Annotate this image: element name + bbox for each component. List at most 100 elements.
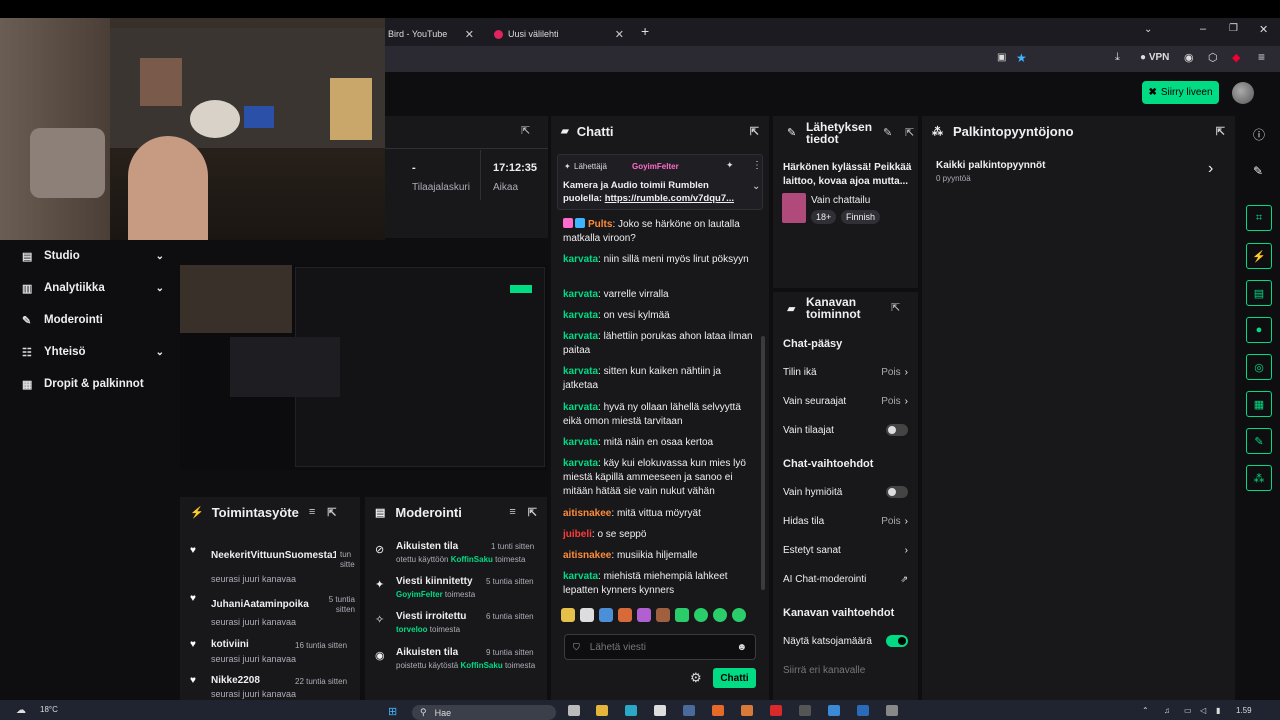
new-tab-button[interactable]: + bbox=[641, 23, 649, 39]
tag-pill[interactable]: 18+ bbox=[811, 210, 837, 224]
chat-username[interactable]: karvata bbox=[563, 402, 598, 413]
emote-icon[interactable] bbox=[732, 608, 746, 622]
stream-preview[interactable] bbox=[180, 265, 548, 470]
maximize-icon[interactable]: ❐ bbox=[1229, 23, 1238, 34]
chat-username[interactable]: juibeli bbox=[563, 529, 592, 540]
emotes-only-toggle[interactable] bbox=[886, 486, 908, 498]
volume-icon[interactable]: ◁ bbox=[1200, 706, 1206, 715]
chat-username[interactable]: aitisnakee bbox=[563, 508, 611, 519]
account-icon[interactable]: ◉ bbox=[1184, 51, 1194, 64]
chat-username[interactable]: karvata bbox=[563, 254, 598, 265]
detail-user[interactable]: KoffinSaku bbox=[460, 661, 502, 670]
mic-icon[interactable]: ♫ bbox=[1164, 706, 1170, 715]
popout-icon[interactable]: ⇱ bbox=[905, 126, 914, 139]
chevron-down-icon[interactable]: ⌄ bbox=[752, 181, 760, 192]
browser-tab-new[interactable]: Uusi välilehti ✕ bbox=[486, 22, 632, 46]
emote-icon[interactable] bbox=[599, 608, 613, 622]
pinned-message[interactable]: ✦ Lähettäjä GoyimFelter ✦ ⋮ Kamera ja Au… bbox=[557, 154, 763, 210]
opera-icon[interactable] bbox=[770, 705, 782, 716]
chat-username[interactable]: karvata bbox=[563, 571, 598, 582]
battery-icon[interactable]: ▮ bbox=[1216, 706, 1220, 715]
emote-icon[interactable] bbox=[637, 608, 651, 622]
tab-list-icon[interactable]: ⌄ bbox=[1144, 24, 1152, 35]
emote-icon[interactable] bbox=[656, 608, 670, 622]
lightning-icon[interactable]: ⚡ bbox=[1246, 243, 1272, 269]
download-icon[interactable]: ⤓ bbox=[1115, 51, 1120, 64]
steam-icon[interactable] bbox=[683, 705, 695, 716]
user-avatar[interactable] bbox=[1232, 82, 1254, 104]
sidebar-item-studio[interactable]: ▤ Studio ⌄ bbox=[22, 244, 164, 268]
reader-icon[interactable]: ▣ bbox=[997, 52, 1006, 63]
windows-start-icon[interactable]: ⊞ bbox=[388, 705, 397, 718]
detail-user[interactable]: GoyimFelter bbox=[396, 590, 443, 599]
layout-icon[interactable]: ▦ bbox=[1246, 391, 1272, 417]
edit-icon[interactable]: ✎ bbox=[883, 126, 892, 139]
sidebar-item-drops[interactable]: ▦ Dropit & palkinnot bbox=[22, 372, 164, 396]
emote-icon[interactable] bbox=[675, 608, 689, 622]
popout-icon[interactable]: ⇱ bbox=[891, 301, 900, 314]
chat-username[interactable]: karvata bbox=[563, 289, 598, 300]
store-icon[interactable] bbox=[654, 705, 666, 716]
edit-icon[interactable]: ✎ bbox=[1253, 164, 1263, 178]
extension-icon[interactable]: ◆ bbox=[1232, 51, 1240, 64]
emote-icon[interactable] bbox=[580, 608, 594, 622]
more-options-icon[interactable]: ⋮ bbox=[752, 160, 762, 171]
chat-username[interactable]: karvata bbox=[563, 331, 598, 342]
popout-icon[interactable]: ⇱ bbox=[750, 125, 759, 138]
detail-user[interactable]: KoffinSaku bbox=[451, 555, 493, 564]
settings-gear-icon[interactable]: ⚙ bbox=[690, 670, 702, 686]
close-window-icon[interactable]: ✕ bbox=[1259, 23, 1268, 36]
extensions-icon[interactable]: ⬡ bbox=[1208, 51, 1218, 64]
file-explorer-icon[interactable] bbox=[596, 705, 608, 716]
slow-mode-row[interactable]: Hidas tila Pois › bbox=[783, 512, 908, 530]
taskview-icon[interactable] bbox=[568, 705, 580, 716]
followers-only-row[interactable]: Vain seuraajat Pois › bbox=[783, 392, 908, 410]
clock-time[interactable]: 1.59 bbox=[1236, 706, 1252, 715]
tray-chevron-icon[interactable]: ⌃ bbox=[1142, 706, 1149, 715]
vpn-button[interactable]: ● VPN bbox=[1140, 52, 1169, 63]
unpin-icon[interactable]: ✦ bbox=[726, 160, 734, 171]
broadcast-icon[interactable]: ◎ bbox=[1246, 354, 1272, 380]
menu-icon[interactable]: ≡ bbox=[1258, 50, 1265, 64]
subscribers-only-toggle[interactable] bbox=[886, 424, 908, 436]
emote-icon[interactable] bbox=[561, 608, 575, 622]
emoji-icon[interactable]: ☻ bbox=[736, 642, 747, 653]
go-live-button[interactable]: ✖ Siirry liveen bbox=[1142, 81, 1219, 104]
subscribers-only-row[interactable]: Vain tilaajat bbox=[783, 421, 908, 439]
chat-username[interactable]: karvata bbox=[563, 310, 598, 321]
filter-icon[interactable]: ≡ bbox=[509, 506, 515, 518]
sidebar-item-community[interactable]: ☷ Yhteisö ⌄ bbox=[22, 340, 164, 364]
wrench-icon[interactable]: ✎ bbox=[1246, 428, 1272, 454]
close-icon[interactable]: ✕ bbox=[465, 28, 474, 41]
network-icon[interactable]: ▭ bbox=[1184, 706, 1192, 715]
minimize-icon[interactable]: – bbox=[1200, 23, 1206, 35]
taskbar-search[interactable]: ⚲ Hae bbox=[412, 705, 556, 720]
chat-username[interactable]: karvata bbox=[563, 458, 598, 469]
browser-tab-youtube[interactable]: Bird - YouTube ✕ bbox=[380, 22, 482, 46]
chat-bubble-icon[interactable]: ● bbox=[1246, 317, 1272, 343]
chat-input[interactable]: ⛉ Lähetä viesti ☻ bbox=[564, 634, 756, 660]
document-icon[interactable]: ▤ bbox=[1246, 280, 1272, 306]
chat-username[interactable]: aitisnakee bbox=[563, 550, 611, 561]
chat-scrollbar[interactable] bbox=[761, 336, 765, 590]
sidebar-item-analytics[interactable]: ▥ Analytiikka ⌄ bbox=[22, 276, 164, 300]
popout-icon[interactable]: ⇱ bbox=[1216, 125, 1225, 138]
tag-pill[interactable]: Finnish bbox=[841, 210, 881, 224]
show-viewer-count-row[interactable]: Näytä katsojamäärä bbox=[783, 632, 908, 650]
clip-icon[interactable]: ⌗ bbox=[1246, 205, 1272, 231]
weather-temp[interactable]: 18°C bbox=[40, 705, 58, 714]
all-rewards-row[interactable]: Kaikki palkintopyynnöt 0 pyyntöä › bbox=[936, 158, 1226, 188]
app-icon[interactable] bbox=[828, 705, 840, 716]
detail-user[interactable]: torveloo bbox=[396, 625, 428, 634]
edge-icon[interactable] bbox=[625, 705, 637, 716]
sidebar-item-moderation[interactable]: ✎ Moderointi bbox=[22, 308, 164, 332]
chat-username[interactable]: Pults bbox=[588, 219, 612, 230]
emote-icon[interactable] bbox=[618, 608, 632, 622]
pinned-sender[interactable]: GoyimFelter bbox=[632, 162, 679, 171]
emotes-only-row[interactable]: Vain hymiöitä bbox=[783, 483, 908, 501]
chat-username[interactable]: karvata bbox=[563, 437, 598, 448]
chat-username[interactable]: karvata bbox=[563, 366, 598, 377]
popout-icon[interactable]: ⇱ bbox=[521, 124, 530, 137]
show-viewer-count-toggle[interactable] bbox=[886, 635, 908, 647]
popout-icon[interactable]: ⇱ bbox=[528, 506, 537, 519]
